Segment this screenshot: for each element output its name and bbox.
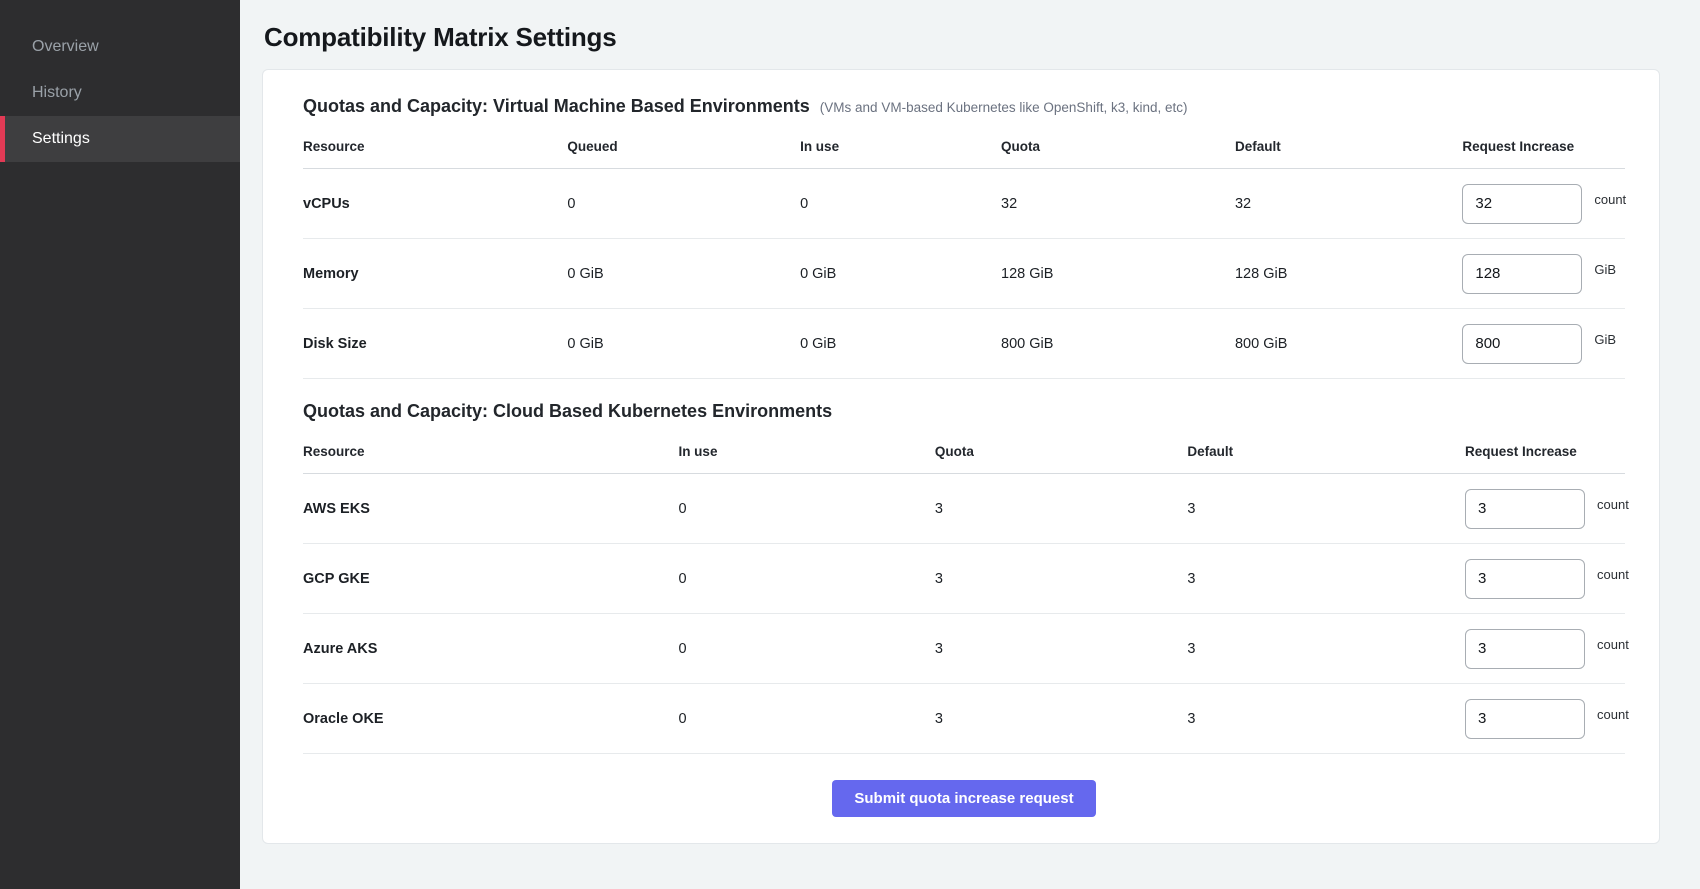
request-increase-cell: GiB — [1462, 254, 1625, 294]
quota-value: 3 — [935, 711, 1188, 727]
resource-name: Memory — [303, 266, 567, 282]
request-increase-input-aws-eks[interactable] — [1465, 489, 1585, 529]
default-value: 128 GiB — [1235, 266, 1462, 282]
quota-value: 3 — [935, 571, 1188, 587]
request-increase-cell: count — [1462, 184, 1626, 224]
vm-table-header: Resource Queued In use Quota Default Req… — [303, 131, 1625, 169]
column-header-resource: Resource — [303, 131, 567, 168]
resource-name: GCP GKE — [303, 571, 678, 587]
queued-value: 0 GiB — [567, 336, 800, 352]
unit-label: count — [1597, 567, 1629, 582]
submit-quota-increase-button[interactable]: Submit quota increase request — [832, 780, 1095, 817]
vm-section-subtitle: (VMs and VM-based Kubernetes like OpenSh… — [820, 100, 1188, 115]
request-increase-cell: count — [1465, 559, 1629, 599]
table-row-azure-aks: Azure AKS 0 3 3 count — [303, 614, 1625, 684]
resource-name: vCPUs — [303, 196, 567, 212]
request-increase-input-gcp-gke[interactable] — [1465, 559, 1585, 599]
in-use-value: 0 — [678, 571, 934, 587]
quota-value: 128 GiB — [1001, 266, 1235, 282]
request-increase-cell: count — [1465, 699, 1629, 739]
cloud-quota-table: Resource In use Quota Default Request In… — [303, 436, 1625, 754]
vm-quota-table: Resource Queued In use Quota Default Req… — [303, 131, 1625, 379]
in-use-value: 0 — [678, 501, 934, 517]
default-value: 3 — [1187, 641, 1465, 657]
column-header-quota: Quota — [1001, 131, 1235, 168]
in-use-value: 0 GiB — [800, 266, 1001, 282]
unit-label: GiB — [1594, 262, 1616, 277]
queued-value: 0 GiB — [567, 266, 800, 282]
vm-section-title: Quotas and Capacity: Virtual Machine Bas… — [303, 96, 810, 117]
default-value: 800 GiB — [1235, 336, 1462, 352]
page-title: Compatibility Matrix Settings — [264, 22, 1660, 53]
default-value: 3 — [1187, 571, 1465, 587]
column-header-queued: Queued — [567, 131, 800, 168]
cloud-quotas-section: Quotas and Capacity: Cloud Based Kuberne… — [303, 401, 1625, 754]
sidebar-item-label: Overview — [32, 38, 99, 56]
quota-value: 3 — [935, 501, 1188, 517]
in-use-value: 0 — [678, 641, 934, 657]
column-header-default: Default — [1187, 436, 1465, 473]
resource-name: Disk Size — [303, 336, 567, 352]
sidebar-item-history[interactable]: History — [0, 70, 240, 116]
column-header-in-use: In use — [800, 131, 1001, 168]
column-header-request-increase: Request Increase — [1462, 131, 1625, 168]
in-use-value: 0 — [800, 196, 1001, 212]
request-increase-input-azure-aks[interactable] — [1465, 629, 1585, 669]
unit-label: count — [1597, 497, 1629, 512]
table-row-oracle-oke: Oracle OKE 0 3 3 count — [303, 684, 1625, 754]
request-increase-cell: GiB — [1462, 324, 1625, 364]
sidebar: Overview History Settings — [0, 0, 240, 889]
table-row-disk-size: Disk Size 0 GiB 0 GiB 800 GiB 800 GiB Gi… — [303, 309, 1625, 379]
in-use-value: 0 GiB — [800, 336, 1001, 352]
quota-value: 3 — [935, 641, 1188, 657]
table-row-memory: Memory 0 GiB 0 GiB 128 GiB 128 GiB GiB — [303, 239, 1625, 309]
vm-quotas-section: Quotas and Capacity: Virtual Machine Bas… — [303, 96, 1625, 379]
request-increase-input-memory[interactable] — [1462, 254, 1582, 294]
table-row-gcp-gke: GCP GKE 0 3 3 count — [303, 544, 1625, 614]
column-header-quota: Quota — [935, 436, 1188, 473]
sidebar-item-overview[interactable]: Overview — [0, 24, 240, 70]
in-use-value: 0 — [678, 711, 934, 727]
column-header-resource: Resource — [303, 436, 678, 473]
request-increase-input-oracle-oke[interactable] — [1465, 699, 1585, 739]
table-row-aws-eks: AWS EKS 0 3 3 count — [303, 474, 1625, 544]
settings-card: Quotas and Capacity: Virtual Machine Bas… — [262, 69, 1660, 844]
cloud-section-title: Quotas and Capacity: Cloud Based Kuberne… — [303, 401, 832, 422]
column-header-default: Default — [1235, 131, 1462, 168]
sidebar-item-label: Settings — [32, 130, 90, 148]
default-value: 3 — [1187, 711, 1465, 727]
request-increase-cell: count — [1465, 629, 1629, 669]
sidebar-item-settings[interactable]: Settings — [0, 116, 240, 162]
quota-value: 32 — [1001, 196, 1235, 212]
request-increase-cell: count — [1465, 489, 1629, 529]
default-value: 32 — [1235, 196, 1462, 212]
column-header-in-use: In use — [678, 436, 934, 473]
resource-name: Oracle OKE — [303, 711, 678, 727]
table-row-vcpus: vCPUs 0 0 32 32 count — [303, 169, 1625, 239]
request-increase-input-disk-size[interactable] — [1462, 324, 1582, 364]
request-increase-input-vcpus[interactable] — [1462, 184, 1582, 224]
resource-name: AWS EKS — [303, 501, 678, 517]
cloud-table-header: Resource In use Quota Default Request In… — [303, 436, 1625, 474]
column-header-request-increase: Request Increase — [1465, 436, 1625, 473]
queued-value: 0 — [567, 196, 800, 212]
resource-name: Azure AKS — [303, 641, 678, 657]
unit-label: count — [1597, 637, 1629, 652]
default-value: 3 — [1187, 501, 1465, 517]
unit-label: GiB — [1594, 332, 1616, 347]
submit-row: Submit quota increase request — [303, 780, 1625, 817]
unit-label: count — [1597, 707, 1629, 722]
sidebar-item-label: History — [32, 84, 82, 102]
main-content: Compatibility Matrix Settings Quotas and… — [240, 0, 1700, 889]
quota-value: 800 GiB — [1001, 336, 1235, 352]
unit-label: count — [1594, 192, 1626, 207]
